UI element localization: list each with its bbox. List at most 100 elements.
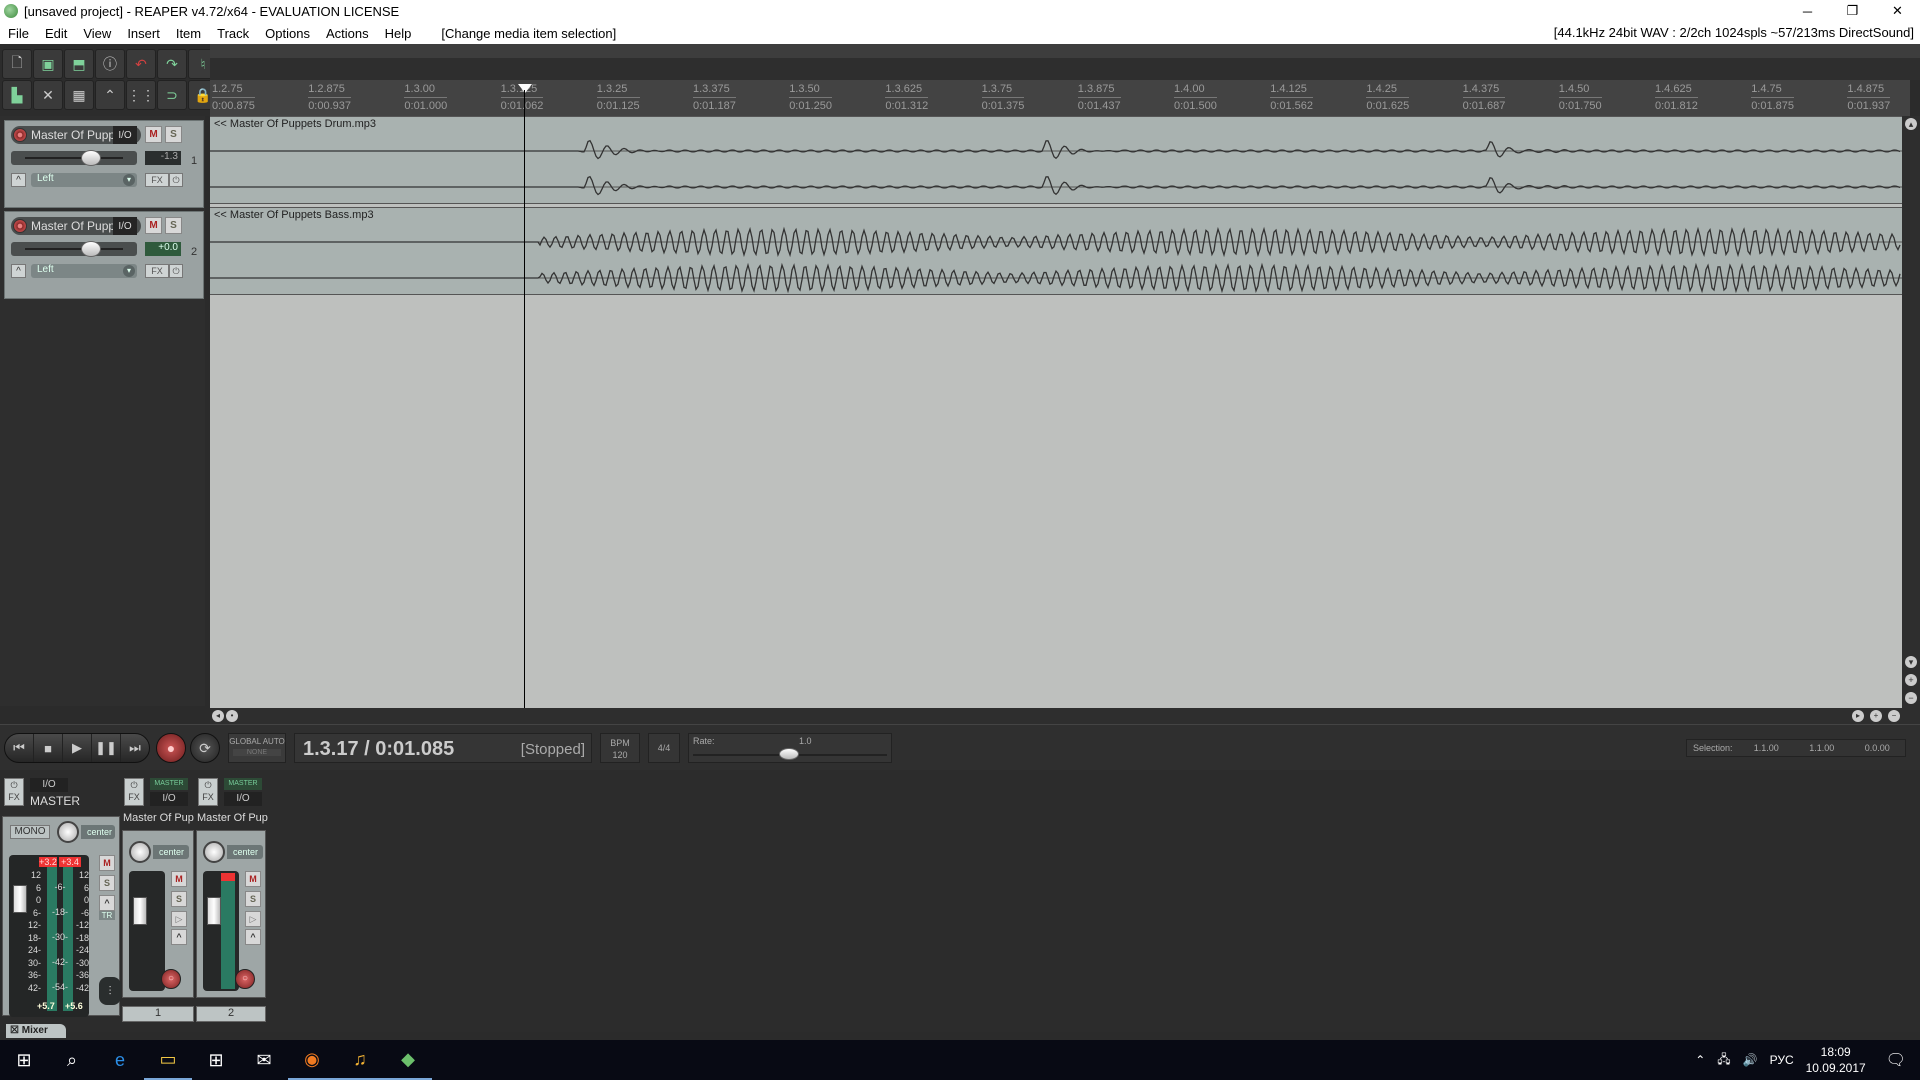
edge-icon[interactable]: e	[96, 1040, 144, 1080]
channel-2-fx-button[interactable]: ⏻ FX	[198, 778, 218, 806]
zoom-out-horizontal-icon[interactable]: −	[1888, 710, 1900, 722]
zoom-in-horizontal-icon[interactable]: +	[1870, 710, 1882, 722]
playrate-control[interactable]: Rate: 1.0	[688, 733, 892, 763]
master-pan-knob[interactable]	[57, 821, 79, 843]
master-peak-left[interactable]: +3.2	[39, 857, 57, 867]
mail-icon[interactable]: ✉	[240, 1040, 288, 1080]
channel-2-mute-button[interactable]: M	[245, 871, 261, 887]
redo-icon[interactable]: ↷	[157, 49, 187, 79]
channel-2-peak[interactable]	[221, 873, 235, 881]
selection-end[interactable]: 1.1.00	[1794, 743, 1849, 753]
time-signature[interactable]: 4/4	[648, 733, 680, 763]
menu-view[interactable]: View	[75, 26, 119, 41]
show-hidden-icons-icon[interactable]: ⌃	[1689, 1053, 1711, 1067]
channel-2-name[interactable]: Master Of Pup	[197, 812, 268, 824]
channel-2-fader[interactable]	[207, 897, 221, 925]
track-2-solo-button[interactable]: S	[165, 217, 182, 234]
menu-track[interactable]: Track	[209, 26, 257, 41]
phase-icon[interactable]: ▷	[245, 911, 261, 927]
tempo-display[interactable]: BPM 120	[600, 733, 640, 763]
channel-2-master-send[interactable]: MASTER	[224, 778, 262, 790]
track-1-volume-slider[interactable]	[11, 150, 137, 166]
project-settings-icon[interactable]: ⓘ	[95, 49, 125, 79]
selection-display[interactable]: Selection: 1.1.00 1.1.00 0.0.00	[1686, 739, 1906, 757]
scroll-down-icon[interactable]: ▾	[1905, 656, 1917, 668]
track-1-fx-button[interactable]: FX	[145, 173, 169, 187]
auto-crossfade-icon[interactable]: ✕	[33, 80, 63, 110]
go-to-end-button[interactable]: ⏭	[121, 734, 149, 762]
envelope-icon[interactable]: ^	[245, 929, 261, 945]
channel-1-pan-knob[interactable]	[129, 841, 151, 863]
ripple-edit-icon[interactable]: ▙	[2, 80, 32, 110]
language-indicator[interactable]: РУС	[1764, 1053, 1800, 1067]
minimize-button[interactable]: ─	[1785, 0, 1830, 22]
phase-icon[interactable]: ▷	[171, 911, 187, 927]
time-display[interactable]: 1.3.17 / 0:01.085 [Stopped]	[294, 733, 592, 763]
channel-1-mute-button[interactable]: M	[171, 871, 187, 887]
marker-lane[interactable]	[210, 44, 1920, 80]
media-item-drum[interactable]: << Master Of Puppets Drum.mp3	[210, 116, 1902, 204]
open-project-icon[interactable]: ▣	[33, 49, 63, 79]
record-button[interactable]: ●	[156, 733, 186, 763]
music-app-icon[interactable]: ♫	[336, 1040, 384, 1080]
mixer-tab[interactable]: ☒ Mixer	[6, 1024, 66, 1038]
envelope-icon[interactable]: ^	[171, 929, 187, 945]
envelope-icon[interactable]: ^	[99, 895, 115, 911]
selection-start[interactable]: 1.1.00	[1739, 743, 1794, 753]
envelope-icon[interactable]: ^	[11, 264, 26, 278]
volume-knob[interactable]	[81, 241, 101, 257]
channel-1-fx-button[interactable]: ⏻ FX	[124, 778, 144, 806]
network-icon[interactable]: 🖧	[1711, 1050, 1736, 1071]
action-center-icon[interactable]: 🗨	[1872, 1050, 1920, 1070]
track-2-volume-value[interactable]: +0.0	[145, 242, 181, 256]
trim-button[interactable]: TR	[99, 911, 115, 920]
grouping-icon[interactable]: ▦	[64, 80, 94, 110]
clock[interactable]: 18:09 10.09.2017	[1800, 1044, 1872, 1076]
track-1-pan-select[interactable]: Left ▾	[31, 173, 137, 187]
edit-cursor-marker[interactable]	[518, 84, 532, 93]
track-1-volume-value[interactable]: -1.3	[145, 151, 181, 165]
global-automation-button[interactable]: GLOBAL AUTO NONE	[228, 733, 286, 763]
menu-options[interactable]: Options	[257, 26, 318, 41]
close-button[interactable]: ✕	[1875, 0, 1920, 22]
channel-2-record-arm[interactable]: ○	[235, 969, 255, 989]
grid-icon[interactable]: ⋮⋮	[126, 80, 156, 110]
horizontal-scrollbar[interactable]: ◂ • ▸ + −	[210, 708, 1920, 724]
channel-1-solo-button[interactable]: S	[171, 891, 187, 907]
master-solo-button[interactable]: S	[99, 875, 115, 891]
track-2-volume-slider[interactable]	[11, 241, 137, 257]
menu-help[interactable]: Help	[377, 26, 420, 41]
pause-button[interactable]: ❚❚	[92, 734, 121, 762]
scroll-right-icon[interactable]: ▸	[1852, 710, 1864, 722]
envelope-icon[interactable]: ⌃	[95, 80, 125, 110]
volume-knob[interactable]	[81, 150, 101, 166]
master-fx-button[interactable]: ⏻ FX	[4, 778, 24, 806]
menu-actions[interactable]: Actions	[318, 26, 377, 41]
undo-icon[interactable]: ↶	[126, 49, 156, 79]
media-item-bass[interactable]: << Master Of Puppets Bass.mp3	[210, 207, 1902, 295]
channel-2-pan-knob[interactable]	[203, 841, 225, 863]
timeline-ruler[interactable]: 1.2.75 0:00.875 1.2.875 0:00.937 1.3.00 0:01.…	[210, 80, 1910, 116]
track-1-solo-button[interactable]: S	[165, 126, 182, 143]
track-2-mute-button[interactable]: M	[145, 217, 162, 234]
vertical-scrollbar[interactable]: ▴ ▾ + −	[1902, 116, 1920, 708]
stop-button[interactable]: ■	[34, 734, 63, 762]
record-arm-icon[interactable]	[13, 219, 27, 233]
go-to-start-button[interactable]: ⏮	[5, 734, 34, 762]
track-2-io-button[interactable]: I/O	[113, 217, 137, 235]
volume-icon[interactable]: 🔊	[1737, 1053, 1764, 1067]
playrate-slider-knob[interactable]	[779, 748, 799, 760]
close-icon[interactable]: ☒	[10, 1025, 22, 1036]
zoom-in-vertical-icon[interactable]: +	[1905, 674, 1917, 686]
track-1-mute-button[interactable]: M	[145, 126, 162, 143]
channel-1-master-send[interactable]: MASTER	[150, 778, 188, 790]
track-1-header[interactable]: Master Of Puppe I/O M S -1.3 ^ Left ▾ FX …	[4, 120, 204, 208]
mono-button[interactable]: MONO	[10, 825, 50, 839]
scroll-left-icon[interactable]: ◂	[212, 710, 224, 722]
reaper-icon[interactable]: ◆	[384, 1040, 432, 1080]
master-peak-right[interactable]: +3.4	[59, 857, 81, 867]
track-2-pan-select[interactable]: Left ▾	[31, 264, 137, 278]
restore-button[interactable]: ❐	[1830, 0, 1875, 22]
save-project-icon[interactable]: ⬒	[64, 49, 94, 79]
track-2-fx-button[interactable]: FX	[145, 264, 169, 278]
